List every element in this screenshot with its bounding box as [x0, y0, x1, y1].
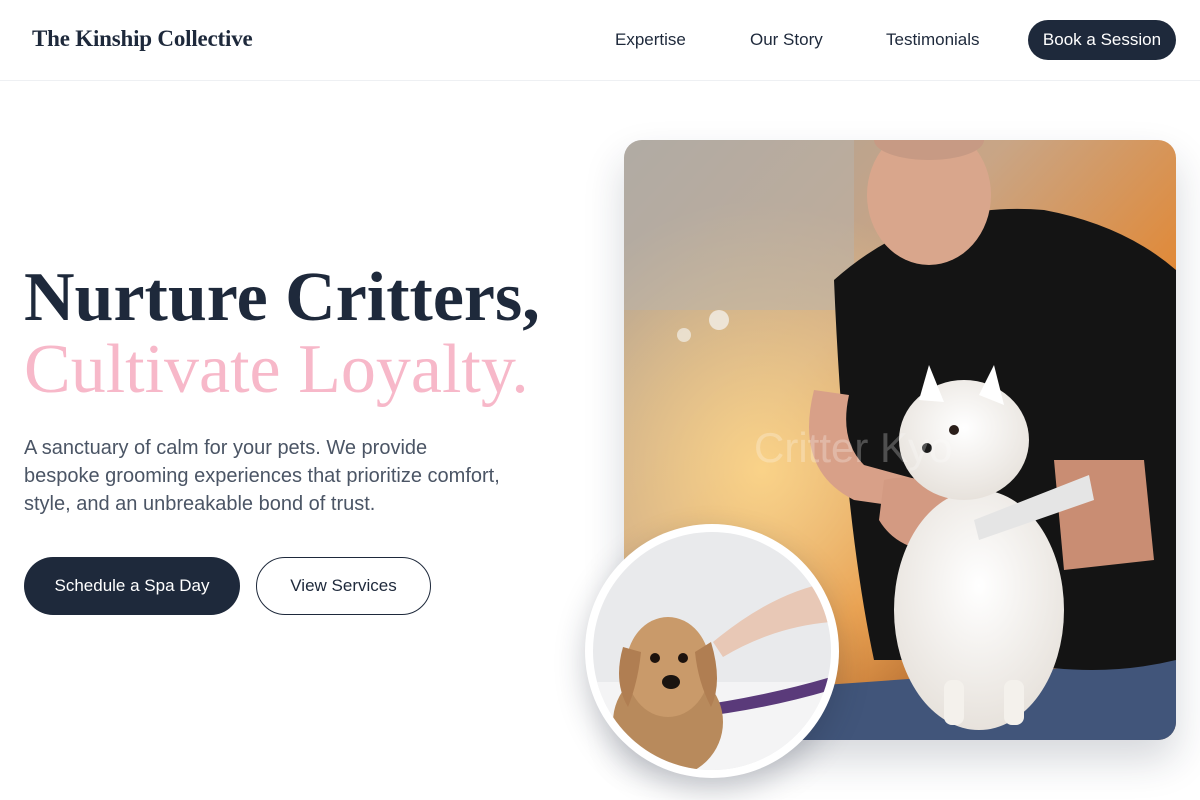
nav-link-expertise[interactable]: Expertise: [615, 30, 686, 50]
nav-link-our-story[interactable]: Our Story: [750, 30, 823, 50]
hero-subtext: A sanctuary of calm for your pets. We pr…: [24, 437, 500, 515]
hero-headline: Nurture Critters,: [24, 259, 540, 336]
book-session-button[interactable]: Book a Session: [1028, 20, 1176, 60]
site-header: The Kinship Collective Expertise Our Sto…: [0, 0, 1200, 81]
hero-headline-accent: Cultivate Loyalty.: [24, 331, 529, 408]
wet-puppy-photo: [585, 524, 839, 778]
view-services-button[interactable]: View Services: [256, 557, 431, 615]
svg-text:Critter Kyo: Critter Kyo: [754, 424, 952, 471]
nav-link-testimonials[interactable]: Testimonials: [886, 30, 980, 50]
brand-logo[interactable]: The Kinship Collective: [32, 26, 253, 52]
schedule-spa-day-button[interactable]: Schedule a Spa Day: [24, 557, 240, 615]
